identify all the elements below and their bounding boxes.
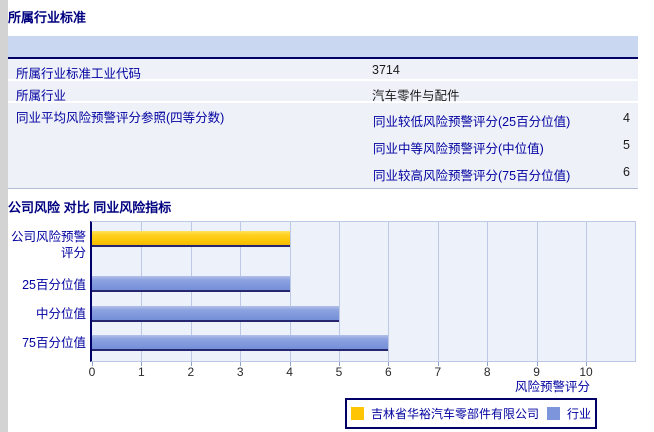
chart-plot <box>90 221 636 362</box>
category-label: 公司风险预警评分 <box>10 230 86 260</box>
peer-score-value: 4 <box>623 111 630 125</box>
x-axis-tick-label: 4 <box>286 365 293 379</box>
category-label: 75百分位值 <box>22 336 86 350</box>
x-axis-tick-label: 2 <box>187 365 195 379</box>
left-margin-strip <box>0 0 8 432</box>
industry-swatch <box>547 407 560 420</box>
row-label: 所属行业 <box>16 89 67 103</box>
peer-score-label: 同业较高风险预警评分(75百分位值) <box>373 169 571 183</box>
chart-bar <box>92 276 290 292</box>
table-row-peer-scores: 同业平均风险预警评分参照(四等分数) 同业较低风险预警评分(25百分位值) 4 … <box>8 103 638 189</box>
x-axis-tick-label: 5 <box>335 365 343 379</box>
peer-score-label: 同业较低风险预警评分(25百分位值) <box>373 115 571 129</box>
category-label: 中分位值 <box>35 307 86 321</box>
x-axis-tick-label: 7 <box>434 365 442 379</box>
x-axis-tick-label: 1 <box>138 365 145 379</box>
row-value: 汽车零件与配件 <box>372 89 460 103</box>
x-axis-tick-label: 8 <box>483 365 491 379</box>
peer-score-list: 同业较低风险预警评分(25百分位值) 4 同业中等风险预警评分(中位值) 5 同… <box>8 105 638 186</box>
gridline <box>437 222 439 361</box>
table-row: 所属行业 汽车零件与配件 <box>8 81 638 103</box>
x-axis-tick-label: 9 <box>533 365 540 379</box>
gridline <box>536 222 538 361</box>
gridline <box>388 222 390 361</box>
peer-score-label: 同业中等风险预警评分(中位值) <box>373 142 544 156</box>
peer-score-item: 同业较低风险预警评分(25百分位值) 4 <box>8 105 638 132</box>
row-label: 所属行业标准工业代码 <box>16 67 142 81</box>
peer-score-value: 5 <box>623 138 630 152</box>
x-axis-tick-label: 10 <box>579 365 593 379</box>
table-header-band <box>8 36 638 59</box>
x-axis-tick-label: 6 <box>385 365 392 379</box>
x-axis-tick-label: 0 <box>88 365 96 379</box>
table-row: 所属行业标准工业代码 3714 <box>8 59 638 81</box>
gridline <box>487 222 489 361</box>
company-swatch <box>350 407 364 420</box>
chart-section-title: 公司风险 对比 同业风险指标 <box>8 200 172 215</box>
row-value: 3714 <box>372 63 400 77</box>
peer-score-value: 6 <box>623 165 630 179</box>
legend-item: 行业 <box>547 405 591 422</box>
chart-legend: 吉林省华裕汽车零部件有限公司 行业 <box>345 398 597 429</box>
chart-bar <box>92 306 339 322</box>
chart-bar <box>92 335 389 351</box>
peer-score-item: 同业中等风险预警评分(中位值) 5 <box>8 132 638 159</box>
x-axis-tick-label: 3 <box>236 365 244 379</box>
chart-bar <box>92 231 290 247</box>
legend-label: 吉林省华裕汽车零部件有限公司 <box>370 407 539 421</box>
gridline <box>586 222 587 361</box>
peer-score-item: 同业较高风险预警评分(75百分位值) 6 <box>8 159 638 186</box>
category-label: 25百分位值 <box>22 278 86 292</box>
industry-section-title: 所属行业标准 <box>8 10 87 25</box>
legend-item: 吉林省华裕汽车零部件有限公司 <box>350 405 539 422</box>
legend-label: 行业 <box>567 407 592 421</box>
industry-table: 所属行业标准工业代码 3714 所属行业 汽车零件与配件 同业平均风险预警评分参… <box>8 59 638 189</box>
